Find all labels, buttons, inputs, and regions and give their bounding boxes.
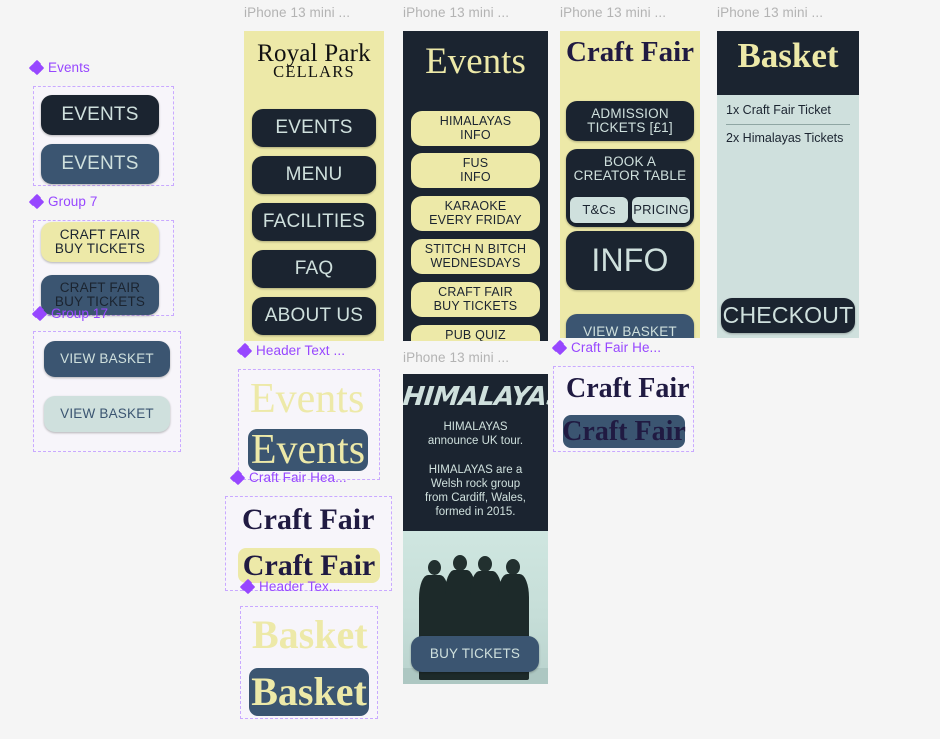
basket-line-item-1[interactable]: 1x Craft Fair Ticket: [726, 103, 831, 117]
component-label-text: Group 17: [51, 306, 109, 321]
component-basket-header-plain[interactable]: Basket: [252, 615, 368, 655]
home-nav-about-us[interactable]: ABOUT US: [252, 297, 376, 335]
component-basket-header-slate[interactable]: Basket: [249, 668, 369, 716]
component-craft-fair-header-plain[interactable]: Craft Fair: [242, 505, 374, 535]
frame-basket[interactable]: Basket 1x Craft Fair Ticket 2x Himalayas…: [717, 31, 859, 338]
events-item-craft-fair[interactable]: CRAFT FAIR BUY TICKETS: [411, 282, 540, 317]
craft-fair-view-basket[interactable]: VIEW BASKET: [566, 314, 694, 338]
component-label-text: Events: [48, 60, 90, 75]
events-item-fus[interactable]: FUS INFO: [411, 153, 540, 188]
component-label-group17[interactable]: Group 17: [31, 305, 109, 322]
component-craft-fair-header-right-plain[interactable]: Craft Fair: [566, 375, 690, 403]
himalayas-headline: HIMALAYAS announce UK tour.: [427, 421, 524, 448]
band-member-3-head: [478, 556, 492, 572]
basket-title: Basket: [737, 36, 839, 75]
component-label-text: Header Text ...: [256, 343, 346, 358]
home-nav-faq[interactable]: FAQ: [252, 250, 376, 288]
component-set-icon: [31, 305, 48, 322]
band-member-1-head: [428, 560, 441, 575]
component-label-header-text-basket[interactable]: Header Tex...: [239, 578, 341, 595]
craft-fair-title: Craft Fair: [565, 36, 695, 68]
frame-label-events[interactable]: iPhone 13 mini ...: [403, 5, 509, 20]
component-set-icon: [551, 339, 568, 356]
himalayas-body: HIMALAYAS are a Welsh rock group from Ca…: [425, 464, 526, 519]
component-set-icon: [28, 59, 45, 76]
component-set-icon: [28, 193, 45, 210]
himalayas-logo: HIMALAYAS: [403, 382, 548, 412]
component-craft-fair-buy-tickets-default[interactable]: CRAFT FAIR BUY TICKETS: [41, 222, 159, 262]
frame-events[interactable]: Events HIMALAYAS INFO FUS INFO KARAOKE E…: [403, 31, 548, 341]
frame-himalayas[interactable]: HIMALAYAS HIMALAYAS announce UK tour. HI…: [403, 374, 548, 684]
component-view-basket-variant[interactable]: VIEW BASKET: [44, 396, 170, 432]
basket-checkout-button[interactable]: CHECKOUT: [721, 298, 855, 333]
component-set-icon: [229, 469, 246, 486]
home-nav-facilities[interactable]: FACILITIES: [252, 203, 376, 241]
frame-home[interactable]: Royal Park CELLARS EVENTS MENU FACILITIE…: [244, 31, 384, 341]
basket-divider: [726, 124, 850, 125]
himalayas-buy-tickets-button[interactable]: BUY TICKETS: [411, 636, 539, 672]
component-label-craft-fair-header-right[interactable]: Craft Fair He...: [551, 339, 662, 356]
home-nav-menu[interactable]: MENU: [252, 156, 376, 194]
frame-label-home[interactable]: iPhone 13 mini ...: [244, 5, 350, 20]
component-label-group7[interactable]: Group 7: [28, 193, 98, 210]
craft-fair-tcs-button[interactable]: T&Cs: [570, 197, 628, 223]
events-item-stitch-n-bitch[interactable]: STITCH N BITCH WEDNESDAYS: [411, 239, 540, 274]
component-label-header-text-events[interactable]: Header Text ...: [236, 342, 346, 359]
component-events-header-plain[interactable]: Events: [250, 378, 364, 420]
band-member-2-head: [453, 555, 467, 571]
component-label-text: Craft Fair Hea...: [249, 470, 347, 485]
frame-craft-fair[interactable]: Craft Fair ADMISSION TICKETS [£1] BOOK A…: [560, 31, 700, 338]
home-nav-events[interactable]: EVENTS: [252, 109, 376, 147]
basket-header-bar: Basket: [717, 31, 859, 95]
events-title: Events: [425, 41, 526, 82]
events-item-karaoke[interactable]: KARAOKE EVERY FRIDAY: [411, 196, 540, 231]
component-events-button-default[interactable]: EVENTS: [41, 95, 159, 135]
component-craft-fair-header-right-slate[interactable]: Craft Fair: [562, 415, 686, 448]
royal-park-cellars-logo: Royal Park CELLARS: [244, 41, 384, 80]
component-label-craft-fair-header-left[interactable]: Craft Fair Hea...: [229, 469, 347, 486]
frame-label-basket[interactable]: iPhone 13 mini ...: [717, 5, 823, 20]
component-label-text: Craft Fair He...: [571, 340, 662, 355]
component-events-button-variant[interactable]: EVENTS: [41, 144, 159, 184]
component-view-basket-default[interactable]: VIEW BASKET: [44, 341, 170, 377]
component-set-icon: [236, 342, 253, 359]
component-label-text: Header Tex...: [259, 579, 341, 594]
component-label-text: Group 7: [48, 194, 98, 209]
figma-canvas: Events EVENTS EVENTS Group 7 CRAFT FAIR …: [0, 0, 940, 739]
basket-line-item-2[interactable]: 2x Himalayas Tickets: [726, 131, 843, 145]
component-set-icon: [239, 578, 256, 595]
craft-fair-pricing-button[interactable]: PRICING: [632, 197, 690, 223]
band-member-4-head: [506, 559, 520, 575]
frame-label-craft-fair[interactable]: iPhone 13 mini ...: [560, 5, 666, 20]
events-item-pub-quiz[interactable]: PUB QUIZ TUESDAYS: [411, 325, 540, 341]
component-label-events[interactable]: Events: [28, 59, 90, 76]
events-item-himalayas[interactable]: HIMALAYAS INFO: [411, 111, 540, 146]
frame-label-himalayas[interactable]: iPhone 13 mini ...: [403, 350, 509, 365]
craft-fair-admission-tickets[interactable]: ADMISSION TICKETS [£1]: [566, 101, 694, 141]
component-craft-fair-header-cream[interactable]: Craft Fair: [238, 548, 380, 583]
craft-fair-info-button[interactable]: INFO: [566, 231, 694, 290]
component-events-header-slate[interactable]: Events: [248, 429, 368, 471]
